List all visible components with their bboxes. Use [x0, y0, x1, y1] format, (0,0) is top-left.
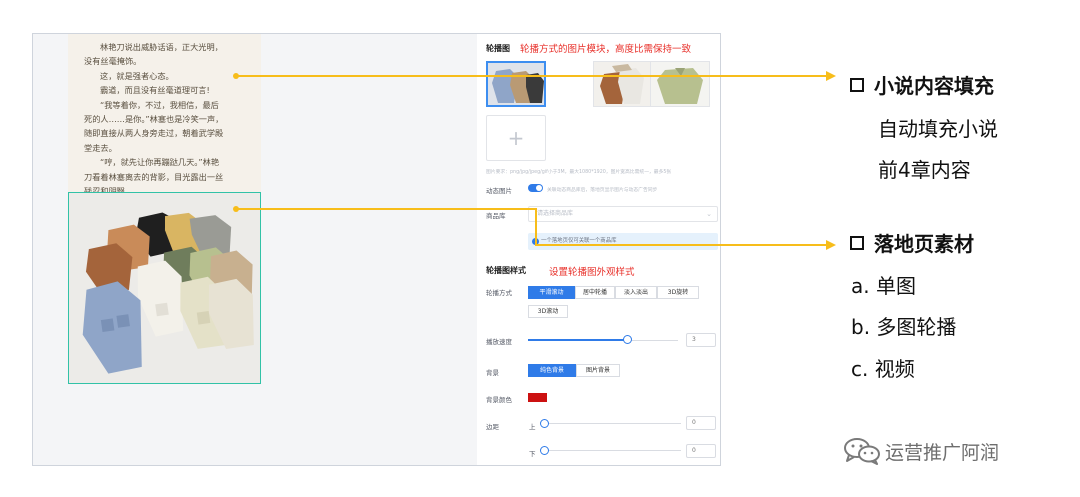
novel-line: 刀看着林塞离去的背影，目光露出一丝	[84, 171, 224, 182]
novel-line: “哼，就先让你再蹦跶几天。”林艳	[100, 157, 220, 168]
landing-material-title: 落地页素材	[874, 232, 974, 256]
settings-panel: 轮播图 轮播方式的图片模块，高度比需保持一致 + 图片要求：png/jpg/jp…	[477, 34, 720, 465]
margin-bottom-track[interactable]	[549, 450, 681, 451]
margin-bottom-input[interactable]: 0	[686, 444, 716, 458]
carousel-section-title: 轮播图	[486, 44, 510, 53]
mode-option-smooth-scroll[interactable]: 平滑滚动	[528, 286, 575, 299]
wechat-icon	[844, 438, 880, 465]
carousel-thumbnail-2[interactable]	[593, 61, 653, 107]
product-library-label: 商品库	[486, 212, 506, 220]
arrow-right-icon	[826, 240, 836, 250]
novel-line: 这，就是强者心态。	[100, 70, 174, 81]
carousel-note: 轮播方式的图片模块，高度比需保持一致	[520, 44, 692, 55]
callout-line-material-h2	[535, 244, 828, 246]
arrow-right-icon	[826, 71, 836, 81]
margin-top-label: 上	[529, 423, 536, 431]
image-requirement-hint: 图片要求：png/jpg/jpeg/gif小于3M，最大1080*1920，图片…	[486, 170, 672, 175]
background-option-solid[interactable]: 纯色背景	[528, 364, 576, 377]
novel-text-block: 林艳刀说出威胁话语，正大光明， 没有丝毫掩饰。 这，就是强者心态。 霸道，而且没…	[68, 34, 261, 196]
carousel-thumbnail-1[interactable]	[486, 61, 546, 107]
novel-line: 堂走去。	[84, 142, 117, 153]
carousel-style-note: 设置轮播图外观样式	[549, 267, 635, 278]
background-color-label: 背景颜色	[486, 396, 512, 404]
background-label: 背景	[486, 369, 499, 377]
callout-line-novel	[236, 75, 828, 77]
product-library-select[interactable]: 请选择商品库 ⌄	[528, 206, 718, 222]
checkbox-icon	[850, 77, 864, 92]
dynamic-image-hint: 关联动态商品库后，落地页显示图片与动态广告同步	[547, 188, 658, 193]
novel-line: 林艳刀说出威胁话语，正大光明，	[100, 42, 223, 52]
novel-fill-heading: 小说内容填充	[850, 70, 994, 99]
novel-fill-desc-line: 前4章内容	[878, 158, 971, 182]
novel-line: 霸道，而且没有丝毫道理可言!	[100, 85, 210, 96]
material-item-carousel: b. 多图轮播	[851, 315, 957, 339]
margin-top-slider-handle[interactable]	[540, 419, 549, 428]
novel-line: “我等着你，不过，我相信，最后	[100, 99, 219, 110]
play-speed-slider-handle[interactable]	[622, 335, 632, 344]
dynamic-image-label: 动态图片	[486, 187, 512, 195]
mode-option-3d-scroll[interactable]: 3D滚动	[528, 305, 568, 318]
product-library-placeholder: 请选择商品库	[537, 210, 574, 217]
novel-line: 死的人……是你。”林塞也是冷笑一声，	[84, 114, 224, 125]
novel-fill-desc-line: 自动填充小说	[878, 117, 998, 141]
mode-option-fade[interactable]: 淡入淡出	[615, 286, 657, 299]
background-option-image[interactable]: 图片背景	[576, 364, 620, 377]
callout-line-material-h1	[236, 208, 536, 210]
editor-screenshot: 林艳刀说出威胁话语，正大光明， 没有丝毫掩饰。 这，就是强者心态。 霸道，而且没…	[32, 33, 721, 466]
slide: 林艳刀说出威胁话语，正大光明， 没有丝毫掩饰。 这，就是强者心态。 霸道，而且没…	[0, 0, 1080, 497]
play-speed-input[interactable]: 3	[686, 333, 716, 347]
dynamic-image-toggle[interactable]	[528, 184, 543, 192]
carousel-mode-label: 轮播方式	[486, 289, 512, 297]
novel-line: 没有丝毫掩饰。	[84, 56, 142, 67]
product-photo-shirts[interactable]	[68, 192, 261, 384]
novel-fill-title: 小说内容填充	[874, 74, 994, 98]
material-item-single-image: a. 单图	[851, 274, 916, 298]
mode-option-center-carousel[interactable]: 居中轮播	[575, 286, 615, 299]
material-item-video: c. 视频	[851, 357, 915, 381]
watermark: 运营推广阿润	[843, 437, 999, 465]
add-image-button[interactable]: +	[486, 115, 546, 161]
margin-top-input[interactable]: 0	[686, 416, 716, 430]
landing-material-heading: 落地页素材	[850, 228, 974, 257]
margin-bottom-label: 下	[529, 450, 536, 458]
carousel-style-title: 轮播图样式	[486, 266, 526, 275]
preview-area: 林艳刀说出威胁话语，正大光明， 没有丝毫掩饰。 这，就是强者心态。 霸道，而且没…	[33, 34, 477, 465]
product-library-info: ! 一个落地页仅可关联一个商品库	[528, 233, 718, 250]
watermark-text: 运营推广阿润	[885, 441, 1000, 464]
background-color-swatch[interactable]	[528, 393, 547, 402]
chevron-down-icon: ⌄	[706, 210, 712, 218]
callout-line-material-v	[535, 208, 537, 246]
play-speed-label: 播放速度	[486, 338, 512, 346]
mode-option-3d-rotate[interactable]: 3D旋转	[657, 286, 699, 299]
carousel-thumbnail-3[interactable]	[650, 61, 710, 107]
margin-top-track[interactable]	[549, 423, 681, 424]
checkbox-icon	[850, 235, 864, 250]
margin-label: 边距	[486, 423, 499, 431]
novel-line: 随即直接从两人身旁走过，朝着武学殿	[84, 128, 224, 139]
play-speed-fill	[528, 339, 627, 341]
margin-bottom-slider-handle[interactable]	[540, 446, 549, 455]
